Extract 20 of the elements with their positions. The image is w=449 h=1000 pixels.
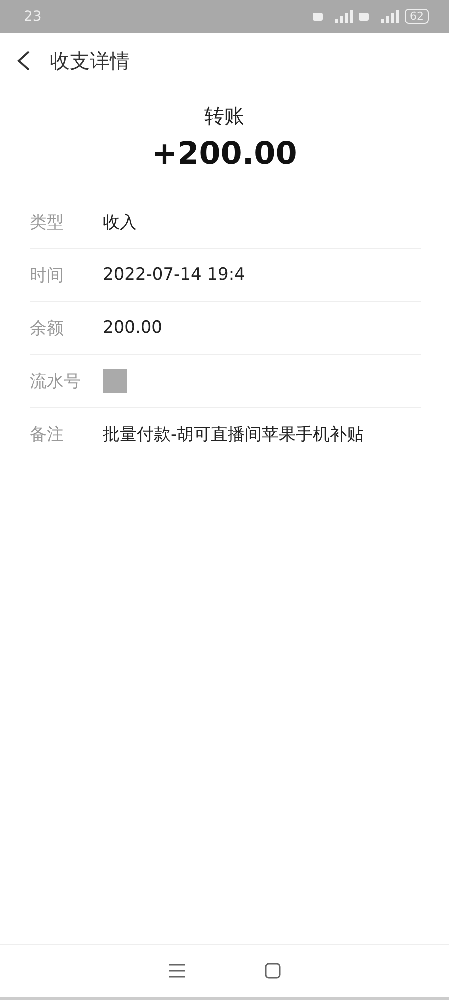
redaction-block xyxy=(103,369,127,393)
detail-label: 时间 xyxy=(30,264,65,286)
home-button[interactable] xyxy=(264,963,280,979)
signal-icon xyxy=(313,10,353,24)
detail-value: 批量付款-胡可直播间苹果手机补贴 xyxy=(103,424,364,446)
transaction-amount: +200.00 xyxy=(152,136,298,172)
page-title: 收支详情 xyxy=(50,48,130,74)
back-button[interactable] xyxy=(16,50,32,72)
detail-value: 200.00 xyxy=(103,318,162,338)
detail-label: 余额 xyxy=(30,318,65,340)
battery-level: 62 xyxy=(405,9,429,24)
menu-button[interactable] xyxy=(168,964,184,978)
transaction-type: 转账 xyxy=(204,103,244,130)
detail-value: 收入 xyxy=(103,212,137,234)
detail-label: 流水号 xyxy=(30,370,82,392)
signal-icon xyxy=(359,10,399,24)
detail-label: 备注 xyxy=(30,424,65,446)
status-time: 23 xyxy=(24,8,42,24)
detail-value: 2022-07-14 19:4 xyxy=(103,265,246,285)
detail-label: 类型 xyxy=(30,212,65,234)
